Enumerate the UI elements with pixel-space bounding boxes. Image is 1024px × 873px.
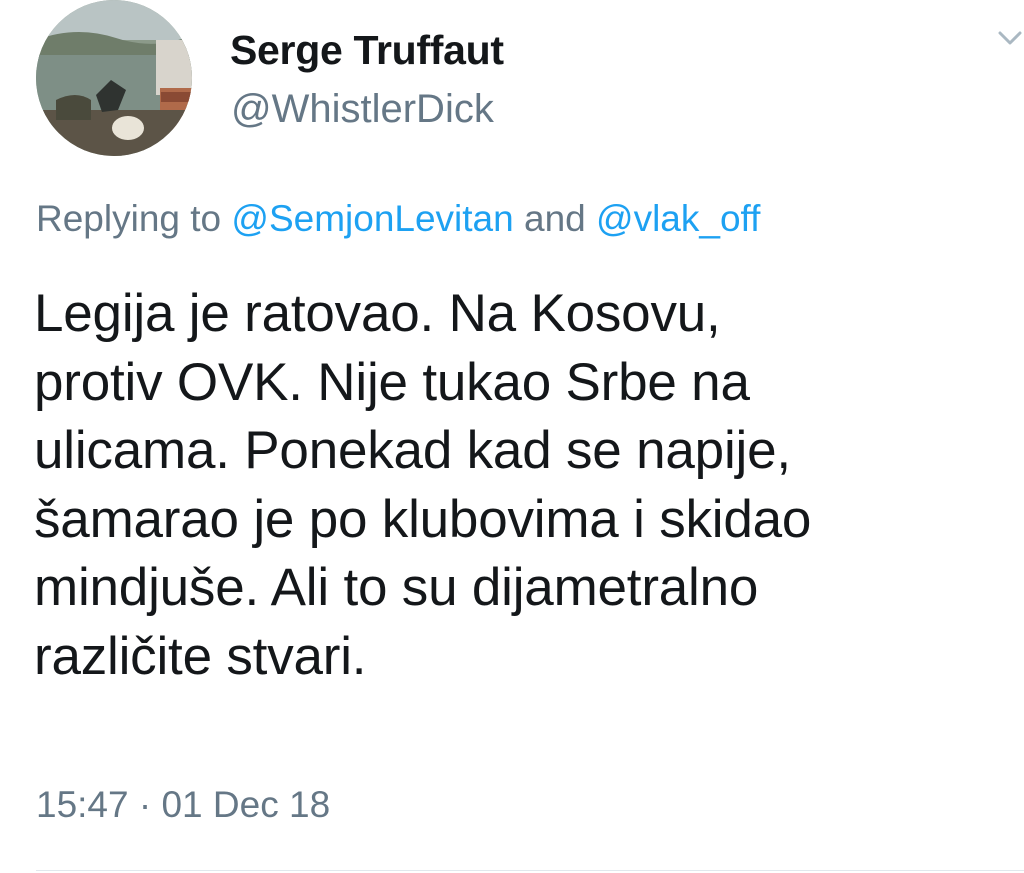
timestamp-separator: · — [138, 784, 152, 825]
tweet-text: Legija je ratovao. Na Kosovu, protiv OVK… — [34, 280, 1019, 691]
tweet-timestamp[interactable]: 15:47 · 01 Dec 18 — [36, 782, 330, 828]
tweet-text-line: ulicama. Ponekad kad se napije, — [34, 421, 791, 480]
tweet-time: 15:47 — [36, 784, 129, 825]
tweet-text-line: šamarao je po klubovima i skidao — [34, 489, 812, 549]
mention-link[interactable]: @SemjonLevitan — [231, 198, 513, 239]
mention-link[interactable]: @vlak_off — [596, 198, 760, 239]
divider — [36, 870, 1024, 871]
tweet-text-line: različite stvari. — [34, 626, 367, 686]
avatar[interactable] — [36, 0, 192, 156]
mention-conjunction: and — [524, 198, 586, 239]
author-handle[interactable]: @WhistlerDick — [231, 86, 494, 132]
tweet-text-line: mindjuše. Ali to su dijametralno — [34, 558, 759, 617]
tweet-text-line: Legija je ratovao. Na Kosovu, — [34, 284, 721, 343]
replying-to-label: Replying to — [36, 198, 222, 239]
replying-to: Replying to @SemjonLevitan and @vlak_off — [36, 196, 760, 242]
tweet-date: 01 Dec 18 — [161, 784, 331, 825]
tweet-text-line: protiv OVK. Nije tukao Srbe na — [34, 352, 750, 412]
profile-photo — [36, 0, 192, 156]
author-display-name[interactable]: Serge Truffaut — [230, 26, 504, 74]
chevron-down-icon[interactable] — [996, 24, 1024, 52]
